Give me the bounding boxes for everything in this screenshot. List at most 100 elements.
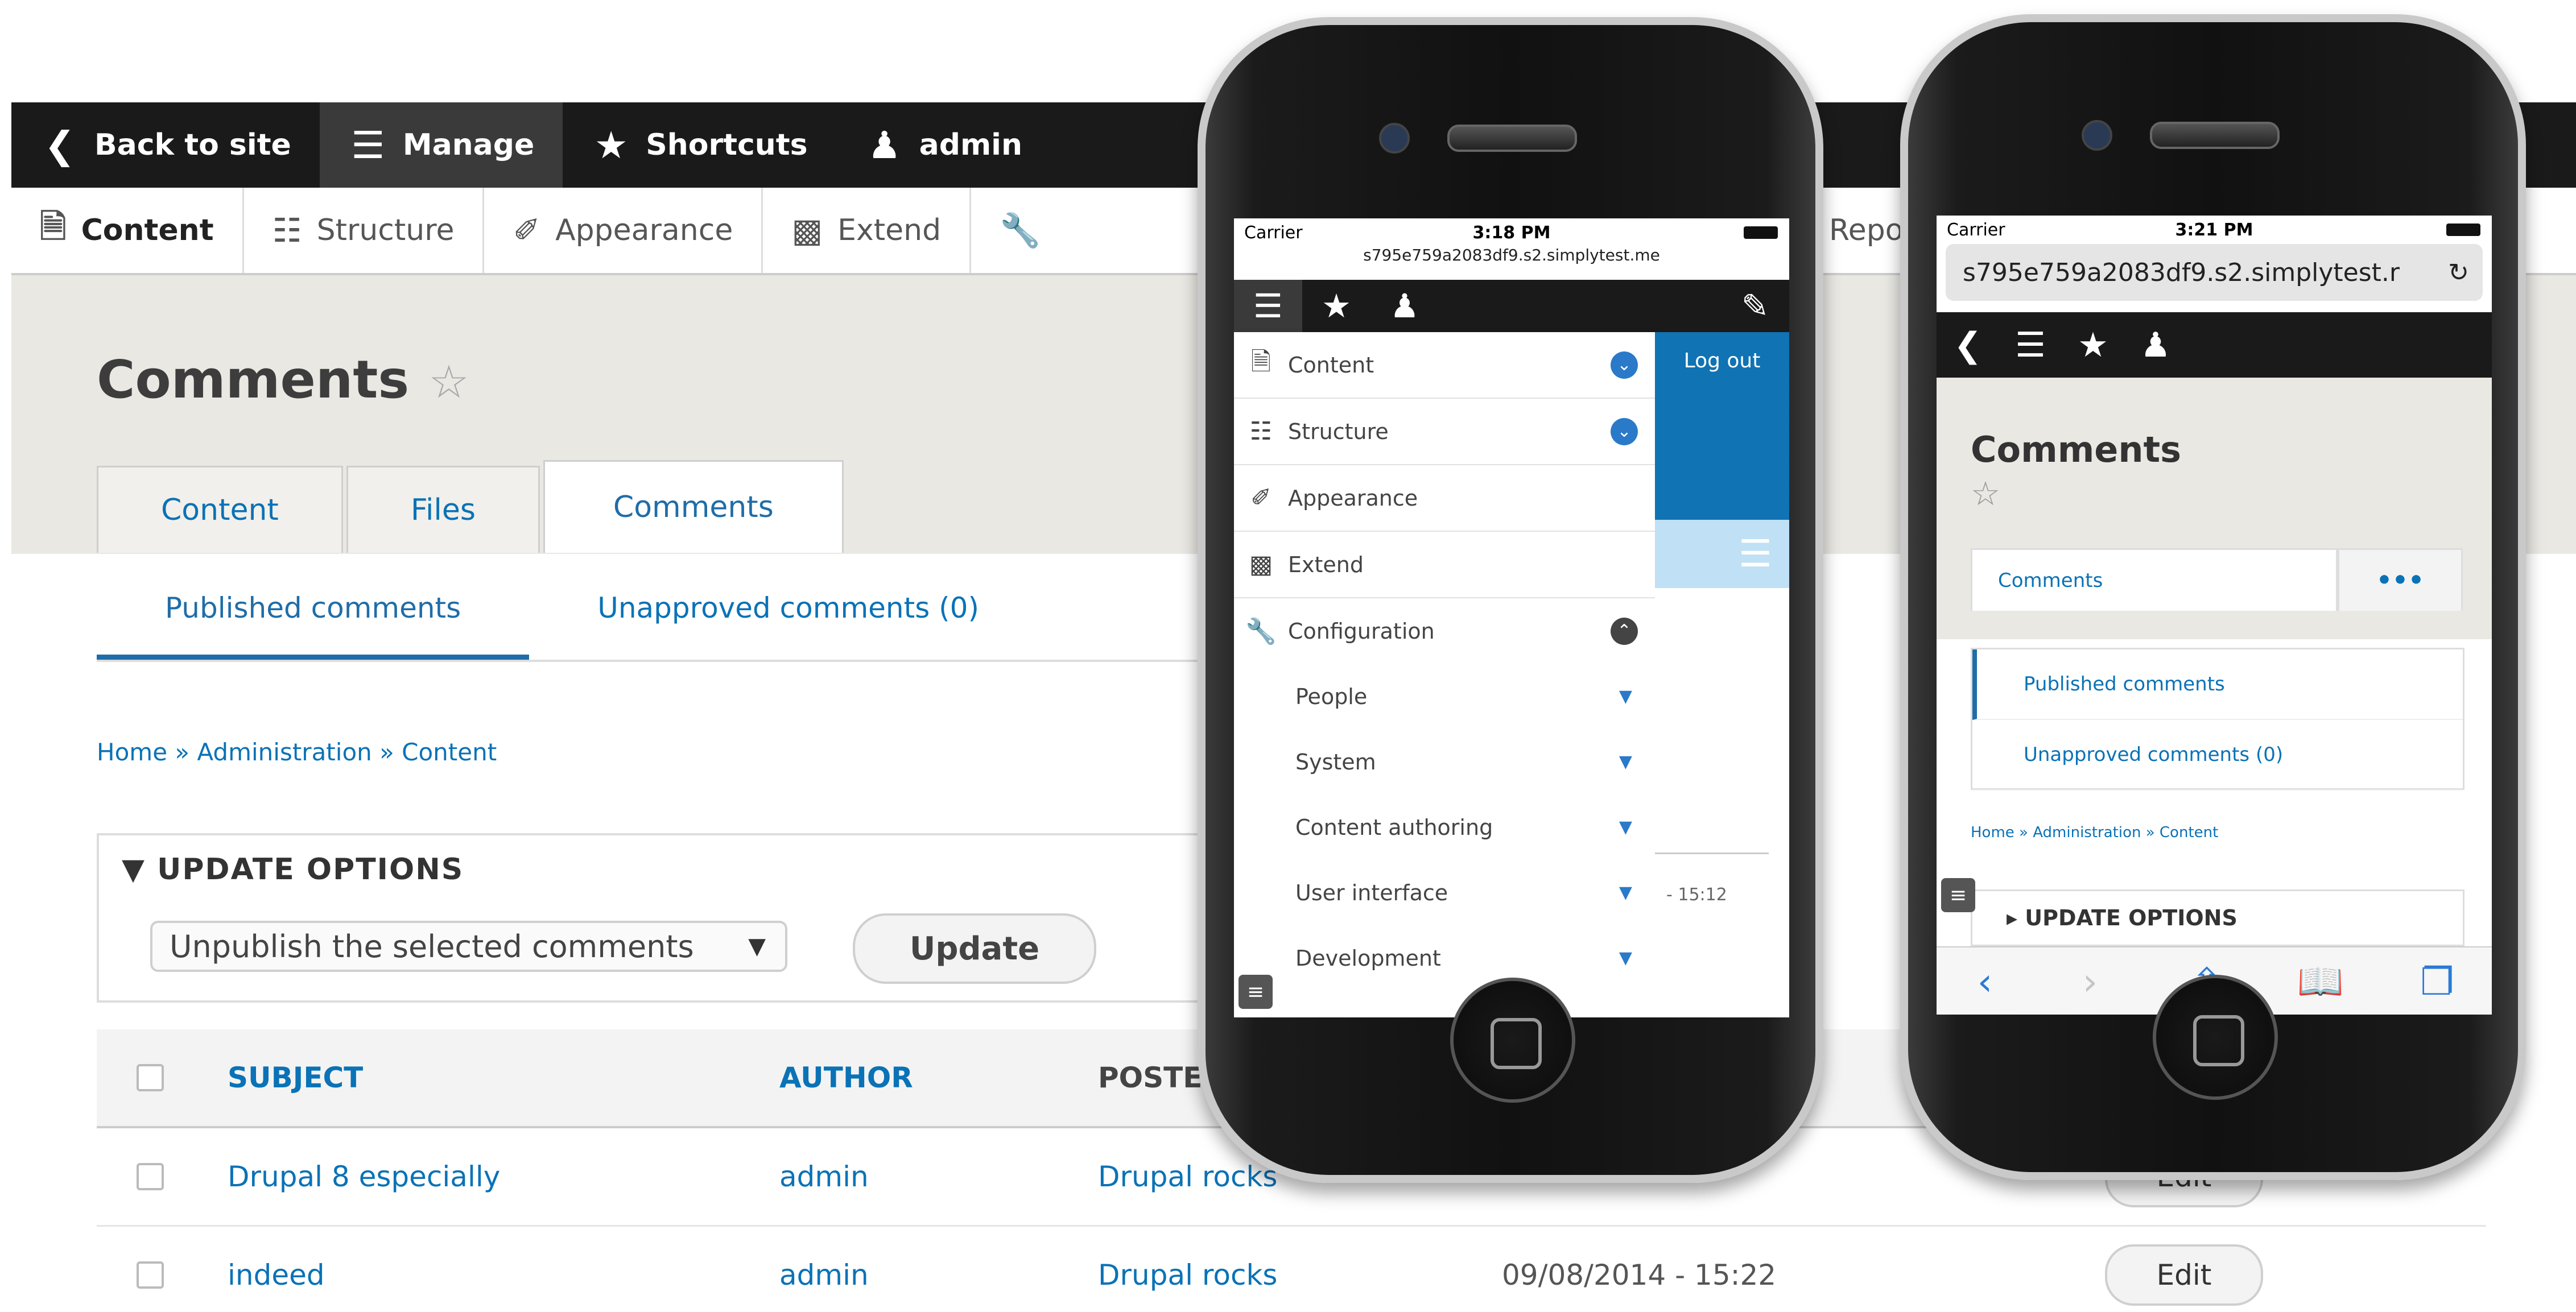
row-author-link[interactable]: admin [779,1128,869,1225]
menu-item-label: Appearance [1288,485,1418,511]
mobile-toolbar: ☰ ★ ♟ ✎ [1234,280,1789,332]
subject-header[interactable]: SUBJECT [228,1029,363,1126]
tab-published-comments[interactable]: Published comments [1972,649,2463,720]
submenu-item-user-interface[interactable]: User interface ▼ [1234,860,1655,925]
logout-link[interactable]: Log out [1655,332,1789,520]
tray-extend[interactable]: ▩ Extend [763,188,972,273]
phone-mockup-right: Carrier 3:21 PM s795e759a2083df9.s2.simp… [1900,14,2526,1180]
shortcuts-label: Shortcuts [646,128,808,162]
submenu-item-system[interactable]: System ▼ [1234,729,1655,794]
back-to-site-link[interactable]: ❮ Back to site [11,102,320,188]
chevron-down-icon[interactable]: ⌄ [1611,351,1638,379]
url-bar[interactable]: s795e759a2083df9.s2.simplytest.r ↻ [1946,244,2483,301]
row-subject-link[interactable]: Drupal 8 especially [228,1128,500,1225]
menu-item-label: Extend [1288,552,1364,577]
update-options-legend[interactable]: ▼ UPDATE OPTIONS [122,852,464,887]
menu-item-label: Structure [1288,419,1389,444]
file-icon: 🗎 [1250,347,1272,376]
author-header[interactable]: AUTHOR [779,1029,913,1126]
shortcut-star-icon[interactable]: ☆ [428,355,469,408]
tray-toggle-icon[interactable]: ≡ [1941,878,1975,912]
user-icon[interactable]: ♟ [1370,280,1439,332]
menu-item-content[interactable]: 🗎 Content ⌄ [1234,332,1655,399]
puzzle-icon: ▩ [1249,550,1273,579]
url-bar[interactable]: s795e759a2083df9.s2.simplytest.me [1234,246,1789,264]
page-title: Comments ☆ [97,349,469,410]
select-all-checkbox[interactable] [137,1064,164,1091]
star-icon[interactable]: ★ [1302,280,1370,332]
star-icon: ★ [594,123,628,167]
home-button[interactable] [2153,975,2278,1100]
menu-item-configuration[interactable]: 🔧 Configuration ⌃ [1234,598,1655,664]
forward-icon: › [2082,959,2098,1004]
reload-icon[interactable]: ↻ [2448,258,2469,287]
row-checkbox-cell [137,1227,164,1312]
user-tab[interactable]: ♟ admin [836,102,1051,188]
tray-appearance[interactable]: ✐ Appearance [484,188,763,273]
tab-unapproved-comments[interactable]: Unapproved comments (0) [1972,720,2463,790]
bookmarks-icon[interactable]: 📖 [2284,947,2358,1015]
home-button[interactable] [1450,978,1575,1103]
breadcrumb[interactable]: Home » Administration » Content [1971,824,2218,841]
tab-published-comments[interactable]: Published comments [97,591,530,660]
row-author-link[interactable]: admin [779,1227,869,1312]
tray-structure-label: Structure [316,213,455,247]
tab-files[interactable]: Files [346,466,540,553]
tray-content-label: Content [81,213,214,247]
back-arrow-icon: ❮ [44,123,76,167]
row-checkbox[interactable] [137,1163,164,1190]
triangle-down-icon: ▼ [1619,686,1632,706]
status-bar: Carrier 3:21 PM [1937,216,2492,243]
tab-unapproved-comments[interactable]: Unapproved comments (0) [529,591,1047,660]
row-subject-link[interactable]: indeed [228,1227,325,1312]
user-icon[interactable]: ♟ [2124,312,2187,378]
hamburger-icon[interactable]: ☰ [1234,280,1302,332]
hamburger-icon[interactable]: ☰ [1999,312,2062,378]
tray-appearance-label: Appearance [555,213,733,247]
submenu-item-development[interactable]: Development ▼ [1234,925,1655,991]
menu-item-structure[interactable]: ☷ Structure ⌄ [1234,399,1655,465]
chevron-down-icon: ▼ [748,933,766,959]
back-arrow-icon[interactable]: ❮ [1937,312,1999,378]
tray-structure[interactable]: ☷ Structure [244,188,485,273]
update-options-legend[interactable]: ▸ UPDATE OPTIONS [1971,889,2464,946]
menu-item-extend[interactable]: ▩ Extend [1234,532,1655,598]
breadcrumb[interactable]: Home » Administration » Content [97,738,497,766]
star-icon[interactable]: ★ [2062,312,2124,378]
more-tabs-button[interactable]: ••• [2338,548,2463,611]
status-bar: Carrier 3:18 PM [1234,218,1789,246]
chevron-up-icon[interactable]: ⌃ [1611,617,1638,645]
back-to-site-label: Back to site [94,128,291,162]
manage-tab[interactable]: ☰ Manage [319,102,563,188]
tabs-icon[interactable]: ❐ [2400,947,2474,1015]
tray-content[interactable]: 🗎 Content [11,188,244,273]
row-posted-in-link[interactable]: Drupal rocks [1098,1227,1277,1312]
brush-icon: ✐ [1250,483,1272,512]
submenu-item-people[interactable]: People ▼ [1234,664,1655,729]
hamburger-icon[interactable]: ☰ [1655,520,1789,588]
back-icon[interactable]: ‹ [1948,947,2022,1015]
row-checkbox[interactable] [137,1261,164,1289]
camera-icon [2082,120,2112,151]
tab-comments[interactable]: Comments [1971,548,2338,611]
user-label: admin [919,128,1022,162]
pencil-icon[interactable]: ✎ [1721,280,1789,332]
tab-content[interactable]: Content [97,466,343,553]
sitemap-icon: ☷ [272,211,302,250]
chevron-down-icon[interactable]: ⌄ [1611,417,1638,445]
tray-configuration[interactable]: 🔧 [971,188,1084,273]
battery-icon [2446,224,2480,236]
primary-tabs: Comments ••• [1971,548,2464,611]
mobile-page: Comments ☆ Comments ••• Published commen… [1937,378,2492,946]
submenu-item-content-authoring[interactable]: Content authoring ▼ [1234,794,1655,860]
bulk-action-select[interactable]: Unpublish the selected comments ▼ [150,921,787,972]
update-button[interactable]: Update [853,913,1096,984]
edit-button[interactable]: Edit [2105,1244,2263,1306]
tray-toggle-icon[interactable]: ≡ [1239,975,1273,1009]
phone-screen: Carrier 3:18 PM s795e759a2083df9.s2.simp… [1234,218,1789,1017]
shortcut-star-icon[interactable]: ☆ [1971,474,2000,513]
tab-comments[interactable]: Comments [543,460,844,553]
menu-item-appearance[interactable]: ✐ Appearance [1234,465,1655,532]
shortcuts-tab[interactable]: ★ Shortcuts [563,102,836,188]
timestamp-fragment: - 15:12 [1666,885,1727,905]
